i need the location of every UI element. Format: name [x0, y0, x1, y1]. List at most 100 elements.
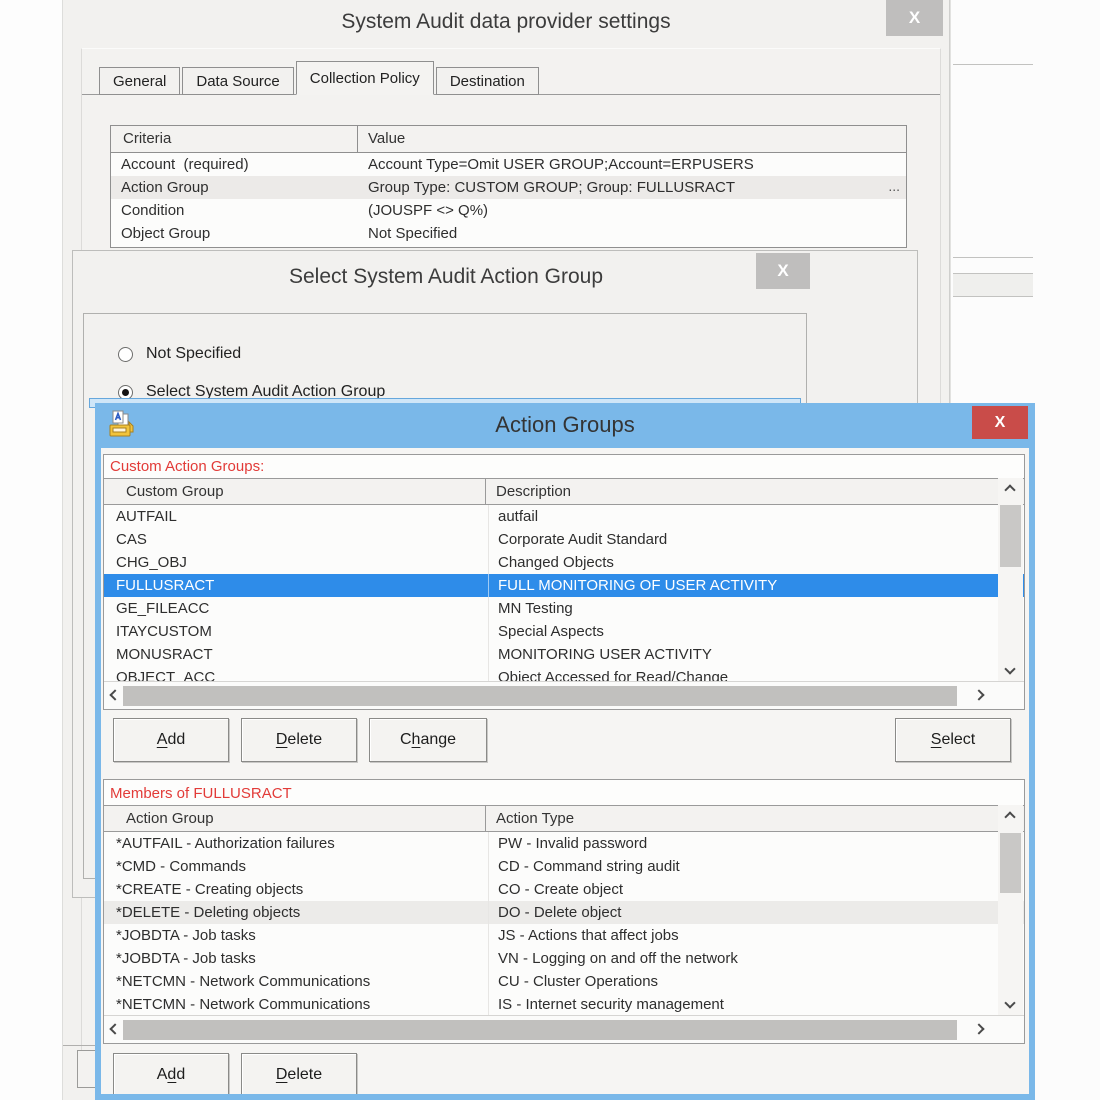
members-label: Members of FULLUSRACT: [104, 780, 1024, 805]
list-item[interactable]: *JOBDTA - Job tasksJS - Actions that aff…: [104, 924, 1024, 947]
select-dialog-title: Select System Audit Action Group: [73, 265, 819, 289]
cell: *DELETE - Deleting objects: [104, 904, 488, 921]
cell: VN - Logging on and off the network: [488, 950, 1024, 967]
overflow-ellipsis[interactable]: ...: [888, 178, 900, 194]
cell: Special Aspects: [488, 623, 1024, 640]
radio-label: Not Specified: [146, 345, 241, 363]
list-item[interactable]: MONUSRACTMONITORING USER ACTIVITY: [104, 643, 1024, 666]
change-button[interactable]: Change: [369, 718, 487, 762]
list-item[interactable]: AUTFAILautfail: [104, 505, 1024, 528]
cell: CD - Command string audit: [488, 858, 1024, 875]
add-button[interactable]: Add: [113, 1053, 229, 1094]
scrollbar-thumb[interactable]: [1000, 505, 1021, 567]
radio-unselected-icon[interactable]: [118, 347, 133, 362]
list-item[interactable]: CHG_OBJChanged Objects: [104, 551, 1024, 574]
scrollbar-thumb[interactable]: [123, 1020, 957, 1040]
list-item[interactable]: *CMD - CommandsCD - Command string audit: [104, 855, 1024, 878]
scroll-up-icon[interactable]: [1001, 481, 1019, 499]
action-groups-title: Action Groups: [95, 412, 1035, 438]
scroll-up-icon[interactable]: [1001, 808, 1019, 826]
tab-destination[interactable]: Destination: [436, 67, 539, 95]
cell: FULLUSRACT: [104, 577, 488, 594]
criteria-table-rows: Account (required)Account Type=Omit USER…: [111, 153, 906, 247]
column-header-criteria[interactable]: Criteria: [111, 126, 358, 152]
list-item[interactable]: Condition(JOUSPF <> Q%): [111, 199, 906, 222]
background-toolbar-strip: [953, 273, 1033, 297]
scroll-down-icon[interactable]: [1001, 994, 1019, 1012]
delete-button[interactable]: Delete: [241, 1053, 357, 1094]
cell: Not Specified: [358, 225, 906, 242]
cell: Changed Objects: [488, 554, 1024, 571]
cell: autfail: [488, 508, 1024, 525]
cell: (JOUSPF <> Q%): [358, 202, 906, 219]
close-icon[interactable]: X: [756, 253, 810, 289]
scroll-left-icon[interactable]: [106, 686, 124, 704]
scrollbar-thumb[interactable]: [1000, 833, 1021, 893]
cell: *NETCMN - Network Communications: [104, 973, 488, 990]
cell: *AUTFAIL - Authorization failures: [104, 835, 488, 852]
list-item[interactable]: *NETCMN - Network CommunicationsIS - Int…: [104, 993, 1024, 1015]
cell: *JOBDTA - Job tasks: [104, 950, 488, 967]
list-item[interactable]: *DELETE - Deleting objectsDO - Delete ob…: [104, 901, 1024, 924]
list-item[interactable]: *AUTFAIL - Authorization failuresPW - In…: [104, 832, 1024, 855]
column-header-value[interactable]: Value: [358, 126, 906, 152]
cell: JS - Actions that affect jobs: [488, 927, 1024, 944]
criteria-table-header: Criteria Value: [111, 126, 906, 153]
vertical-scrollbar[interactable]: [998, 805, 1023, 1016]
select-button[interactable]: Select: [895, 718, 1011, 762]
cell: DO - Delete object: [488, 904, 1024, 921]
horizontal-scrollbar[interactable]: [104, 681, 1024, 709]
vertical-scrollbar[interactable]: [998, 478, 1023, 682]
cell: *CMD - Commands: [104, 858, 488, 875]
list-item[interactable]: *CREATE - Creating objectsCO - Create ob…: [104, 878, 1024, 901]
scroll-left-icon[interactable]: [106, 1020, 124, 1038]
list-item[interactable]: Account (required)Account Type=Omit USER…: [111, 153, 906, 176]
close-icon[interactable]: X: [886, 0, 943, 36]
cell: GE_FILEACC: [104, 600, 488, 617]
list-item[interactable]: GE_FILEACCMN Testing: [104, 597, 1024, 620]
tab-data-source[interactable]: Data Source: [182, 67, 293, 95]
tab-collection-policy[interactable]: Collection Policy: [296, 61, 434, 95]
list-item[interactable]: FULLUSRACTFULL MONITORING OF USER ACTIVI…: [104, 574, 1024, 597]
column-header-custom-group[interactable]: Custom Group: [104, 479, 486, 504]
add-button[interactable]: Add: [113, 718, 229, 762]
list-item[interactable]: OBJECT_ACCObject Accessed for Read/Chang…: [104, 666, 1024, 681]
cell: Condition: [111, 202, 358, 219]
divider: [953, 257, 1033, 258]
custom-groups-header: Custom Group Description: [104, 478, 1024, 505]
list-item[interactable]: Object GroupNot Specified: [111, 222, 906, 245]
radio-option[interactable]: Not Specified: [118, 345, 241, 363]
cell: Object Group: [111, 225, 358, 242]
cell: CU - Cluster Operations: [488, 973, 1024, 990]
screen: System Audit data provider settings X Ge…: [0, 0, 1100, 1100]
close-icon[interactable]: X: [972, 406, 1028, 439]
cell: FULL MONITORING OF USER ACTIVITY: [488, 577, 1024, 594]
cell: Object Accessed for Read/Change: [488, 669, 1024, 681]
cell: AUTFAIL: [104, 508, 488, 525]
tab-general[interactable]: General: [99, 67, 180, 95]
horizontal-scrollbar[interactable]: [104, 1015, 1024, 1043]
column-header-description[interactable]: Description: [486, 479, 1024, 504]
scroll-right-icon[interactable]: [970, 1020, 988, 1038]
scrollbar-thumb[interactable]: [123, 686, 957, 706]
divider: [953, 64, 1033, 65]
delete-button[interactable]: Delete: [241, 718, 357, 762]
scroll-down-icon[interactable]: [1001, 660, 1019, 678]
criteria-table: Criteria Value Account (required)Account…: [110, 125, 907, 248]
cell: ITAYCUSTOM: [104, 623, 488, 640]
list-item[interactable]: *NETCMN - Network CommunicationsCU - Clu…: [104, 970, 1024, 993]
custom-groups-rows: AUTFAILautfailCASCorporate Audit Standar…: [104, 505, 1024, 681]
column-header-action-type[interactable]: Action Type: [486, 806, 1024, 831]
cell: *JOBDTA - Job tasks: [104, 927, 488, 944]
list-item[interactable]: Action GroupGroup Type: CUSTOM GROUP; Gr…: [111, 176, 906, 199]
members-header: Action Group Action Type: [104, 805, 1024, 832]
list-item[interactable]: ITAYCUSTOMSpecial Aspects: [104, 620, 1024, 643]
action-groups-content: Custom Action Groups: Custom Group Descr…: [101, 448, 1029, 1094]
cell: CO - Create object: [488, 881, 1024, 898]
list-item[interactable]: CASCorporate Audit Standard: [104, 528, 1024, 551]
scroll-right-icon[interactable]: [970, 686, 988, 704]
list-item[interactable]: *JOBDTA - Job tasksVN - Logging on and o…: [104, 947, 1024, 970]
cell: IS - Internet security management: [488, 996, 1024, 1013]
column-header-action-group[interactable]: Action Group: [104, 806, 486, 831]
cell: Account (required): [111, 156, 358, 173]
